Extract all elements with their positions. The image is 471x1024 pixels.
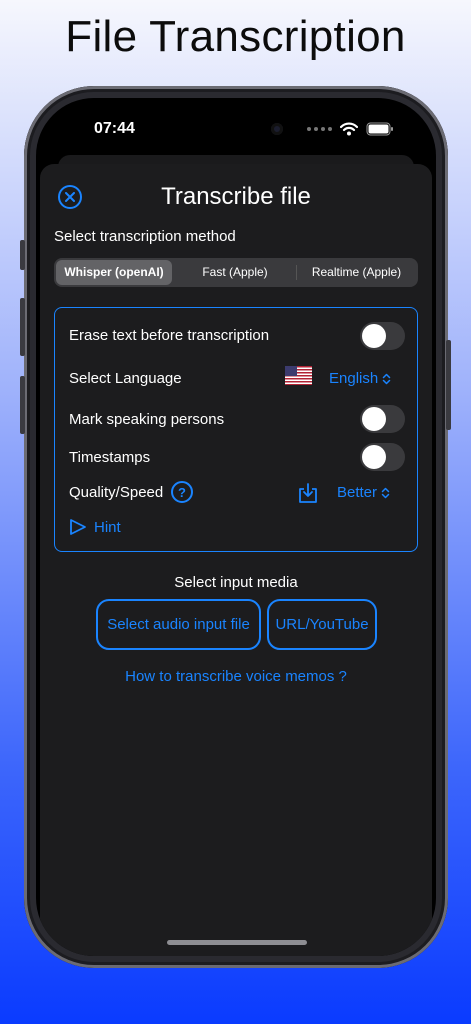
transcribe-sheet: Transcribe file Select transcription met… xyxy=(40,164,432,956)
quality-label: Quality/Speed xyxy=(69,484,164,501)
quality-picker[interactable]: Better xyxy=(337,484,390,501)
mark-speakers-toggle[interactable] xyxy=(360,405,405,433)
home-indicator xyxy=(167,940,307,945)
headline: File Transcription xyxy=(65,12,406,61)
method-segmented-control: Whisper (openAI) Fast (Apple) Realtime (… xyxy=(54,258,418,287)
status-time: 07:44 xyxy=(94,120,135,137)
download-icon[interactable] xyxy=(298,482,318,504)
erase-text-label: Erase text before transcription xyxy=(69,327,270,344)
side-button xyxy=(20,376,25,434)
side-button xyxy=(446,340,451,430)
method-realtime-apple[interactable]: Realtime (Apple) xyxy=(297,260,416,285)
options-box: Erase text before transcription Select L… xyxy=(54,307,418,552)
timestamps-label: Timestamps xyxy=(69,449,151,466)
status-icons xyxy=(307,122,394,136)
cellular-dots-icon xyxy=(307,127,332,131)
question-circle-icon[interactable]: ? xyxy=(171,481,193,503)
language-picker[interactable]: English xyxy=(329,370,391,387)
wifi-icon xyxy=(340,122,358,136)
us-flag-icon xyxy=(285,366,312,385)
hint-label: Hint xyxy=(94,518,121,536)
hint-button[interactable]: Hint xyxy=(69,518,121,536)
input-media-label: Select input media xyxy=(174,574,298,591)
erase-text-toggle[interactable] xyxy=(360,322,405,350)
chevron-updown-icon xyxy=(382,373,391,384)
url-youtube-button[interactable]: URL/YouTube xyxy=(267,599,377,650)
method-label: Select transcription method xyxy=(54,228,236,245)
quality-value: Better xyxy=(337,484,378,501)
language-value: English xyxy=(329,370,379,387)
side-button xyxy=(20,240,25,270)
camera-icon xyxy=(271,123,283,135)
language-label: Select Language xyxy=(69,370,182,387)
play-outline-icon xyxy=(70,519,86,535)
battery-icon xyxy=(366,122,393,136)
phone-screen: 07:44 Transcribe file Select transcripti… xyxy=(36,98,436,956)
side-button xyxy=(20,298,25,356)
sheet-title: Transcribe file xyxy=(161,183,311,210)
select-audio-button[interactable]: Select audio input file xyxy=(96,599,261,650)
mark-speakers-label: Mark speaking persons xyxy=(69,411,225,428)
timestamps-toggle[interactable] xyxy=(360,443,405,471)
method-fast-apple[interactable]: Fast (Apple) xyxy=(175,260,295,285)
voice-memos-link[interactable]: How to transcribe voice memos ? xyxy=(40,668,432,685)
chevron-updown-icon xyxy=(381,487,390,498)
method-whisper[interactable]: Whisper (openAI) xyxy=(56,260,172,285)
